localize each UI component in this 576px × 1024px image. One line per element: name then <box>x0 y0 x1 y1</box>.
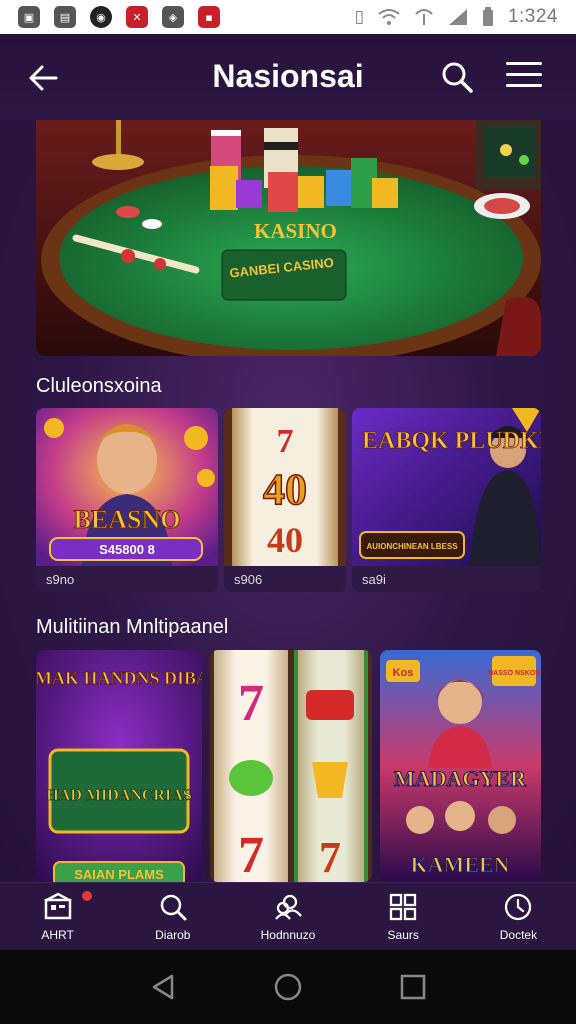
card-art-sub: SAIAN PLAMS <box>74 867 164 882</box>
status-time: 1:324 <box>507 6 558 27</box>
section-title-2: Mulitiinan Mnltipaanel <box>36 616 229 638</box>
grid-icon <box>390 893 417 920</box>
home-icon <box>44 892 72 919</box>
reel-symbol: 7 <box>238 675 264 732</box>
hero-banner[interactable]: KASINO GANBEI CASINO <box>36 120 541 356</box>
search-icon <box>160 894 187 920</box>
page-title: Nasionsai <box>212 58 364 94</box>
game-art-slot-reels: 7 7 7 <box>210 650 372 882</box>
nav-label: Hodnnuzo <box>260 927 316 942</box>
menu-line <box>506 73 542 76</box>
reel-symbol: 7 <box>319 833 341 882</box>
nav-item-search[interactable]: Diarob <box>115 883 230 950</box>
nav-label: Doctek <box>499 927 538 942</box>
status-right-indicators: ▯ 1:324 <box>355 6 558 28</box>
card-art-title: MADAGYER <box>394 766 527 791</box>
nav-label: AHRT <box>41 927 74 942</box>
card-caption: s906 <box>224 566 346 592</box>
card-caption: s9no <box>36 566 218 592</box>
card-caption: sa9i <box>352 566 541 592</box>
game-card[interactable]: 7 40 40 s906 <box>224 408 346 592</box>
main-content[interactable]: KASINO GANBEI CASINO Cluleonsxoina BEASN… <box>0 120 576 882</box>
card-art-title: BEASNO <box>74 505 181 534</box>
card-art-title2: HAD MIDANCRIAS <box>46 787 191 804</box>
wifi-icon <box>378 9 400 25</box>
circle-app-icon: ◉ <box>90 6 112 28</box>
nav-item-users[interactable]: Hodnnuzo <box>230 883 345 950</box>
reel-symbol: 40 <box>267 520 303 560</box>
red-app-icon: ▪ <box>198 6 220 28</box>
battery-icon <box>482 7 493 26</box>
card-art-title: EABQK PLUDKE DOMIS <box>362 428 541 454</box>
game-art-slot-reel: 7 40 40 <box>224 408 346 566</box>
hero-table-label: KASINO <box>254 219 337 243</box>
nav-item-home[interactable]: AHRT <box>0 883 115 950</box>
gallery-app-icon: ▣ <box>18 6 40 28</box>
data-icon <box>415 9 433 25</box>
hamburger-menu-icon[interactable] <box>506 62 542 94</box>
nav-label: Diarob <box>155 927 191 942</box>
card-art-title-text: EABQK PLUDKE DOMIS <box>362 428 541 454</box>
reel-symbol: 7 <box>277 423 294 460</box>
shape-app-icon: ◈ <box>162 6 184 28</box>
game-art-domis: EABQK PLUDKE DOMIS AUIONCHINEAN LBESS <box>352 408 541 566</box>
nav-label: Saurs <box>387 927 419 942</box>
nav-item-grid[interactable]: Saurs <box>346 883 461 950</box>
close-app-icon: ✕ <box>126 6 148 28</box>
reel-symbol: 7 <box>238 827 264 882</box>
chart-app-icon: ▤ <box>54 6 76 28</box>
search-icon[interactable] <box>440 60 476 96</box>
notification-badge <box>82 891 92 901</box>
casino-table-illustration: KASINO GANBEI CASINO <box>36 120 541 356</box>
clock-icon <box>505 893 532 920</box>
card-art-title: SILMAK HANDNS DIBANS <box>36 668 202 688</box>
game-card[interactable]: SILMAK HANDNS DIBANS HAD MIDANCRIAS SAIA… <box>36 650 202 882</box>
card-art-title2: KAMEEN <box>411 852 510 877</box>
signal-icon <box>448 9 467 25</box>
nav-item-clock[interactable]: Doctek <box>461 883 576 950</box>
game-card[interactable]: Kos NASSO NSKOS MADAGYER KAMEEN <box>380 650 541 882</box>
menu-line <box>506 84 542 87</box>
card-art-badge-left: Kos <box>393 667 414 679</box>
game-card[interactable]: EABQK PLUDKE DOMIS AUIONCHINEAN LBESS sa… <box>352 408 541 592</box>
game-art-handns: SILMAK HANDNS DIBANS HAD MIDANCRIAS SAIA… <box>36 650 202 882</box>
section-title-1: Cluleonsxoina <box>36 375 162 397</box>
home-circle-icon[interactable] <box>273 972 303 1002</box>
users-icon <box>275 894 302 920</box>
system-navigation-bar <box>0 950 576 1024</box>
game-art-madagyer: Kos NASSO NSKOS MADAGYER KAMEEN <box>380 650 541 882</box>
bottom-navigation: AHRT Diarob Hodnnuzo Saurs Doctek <box>0 882 576 950</box>
card-art-sub: S45800 8 <box>99 542 155 557</box>
card-art-sub: AUIONCHINEAN LBESS <box>366 542 458 551</box>
game-card[interactable]: 7 7 7 <box>210 650 372 882</box>
recents-square-icon[interactable] <box>398 972 428 1002</box>
vibrate-icon: ▯ <box>354 7 364 27</box>
app-header: Nasionsai <box>0 34 576 120</box>
reel-symbol: 40 <box>263 465 307 514</box>
menu-line <box>506 62 542 65</box>
card-art-badge-right: NASSO NSKOS <box>488 670 540 677</box>
game-art-beasno: BEASNO S45800 8 <box>36 408 218 566</box>
status-bar: ▣ ▤ ◉ ✕ ◈ ▪ ▯ 1:324 <box>0 0 576 34</box>
status-left-apps: ▣ ▤ ◉ ✕ ◈ ▪ <box>18 6 220 28</box>
game-card[interactable]: BEASNO S45800 8 s9no <box>36 408 218 592</box>
back-triangle-icon[interactable] <box>148 972 178 1002</box>
